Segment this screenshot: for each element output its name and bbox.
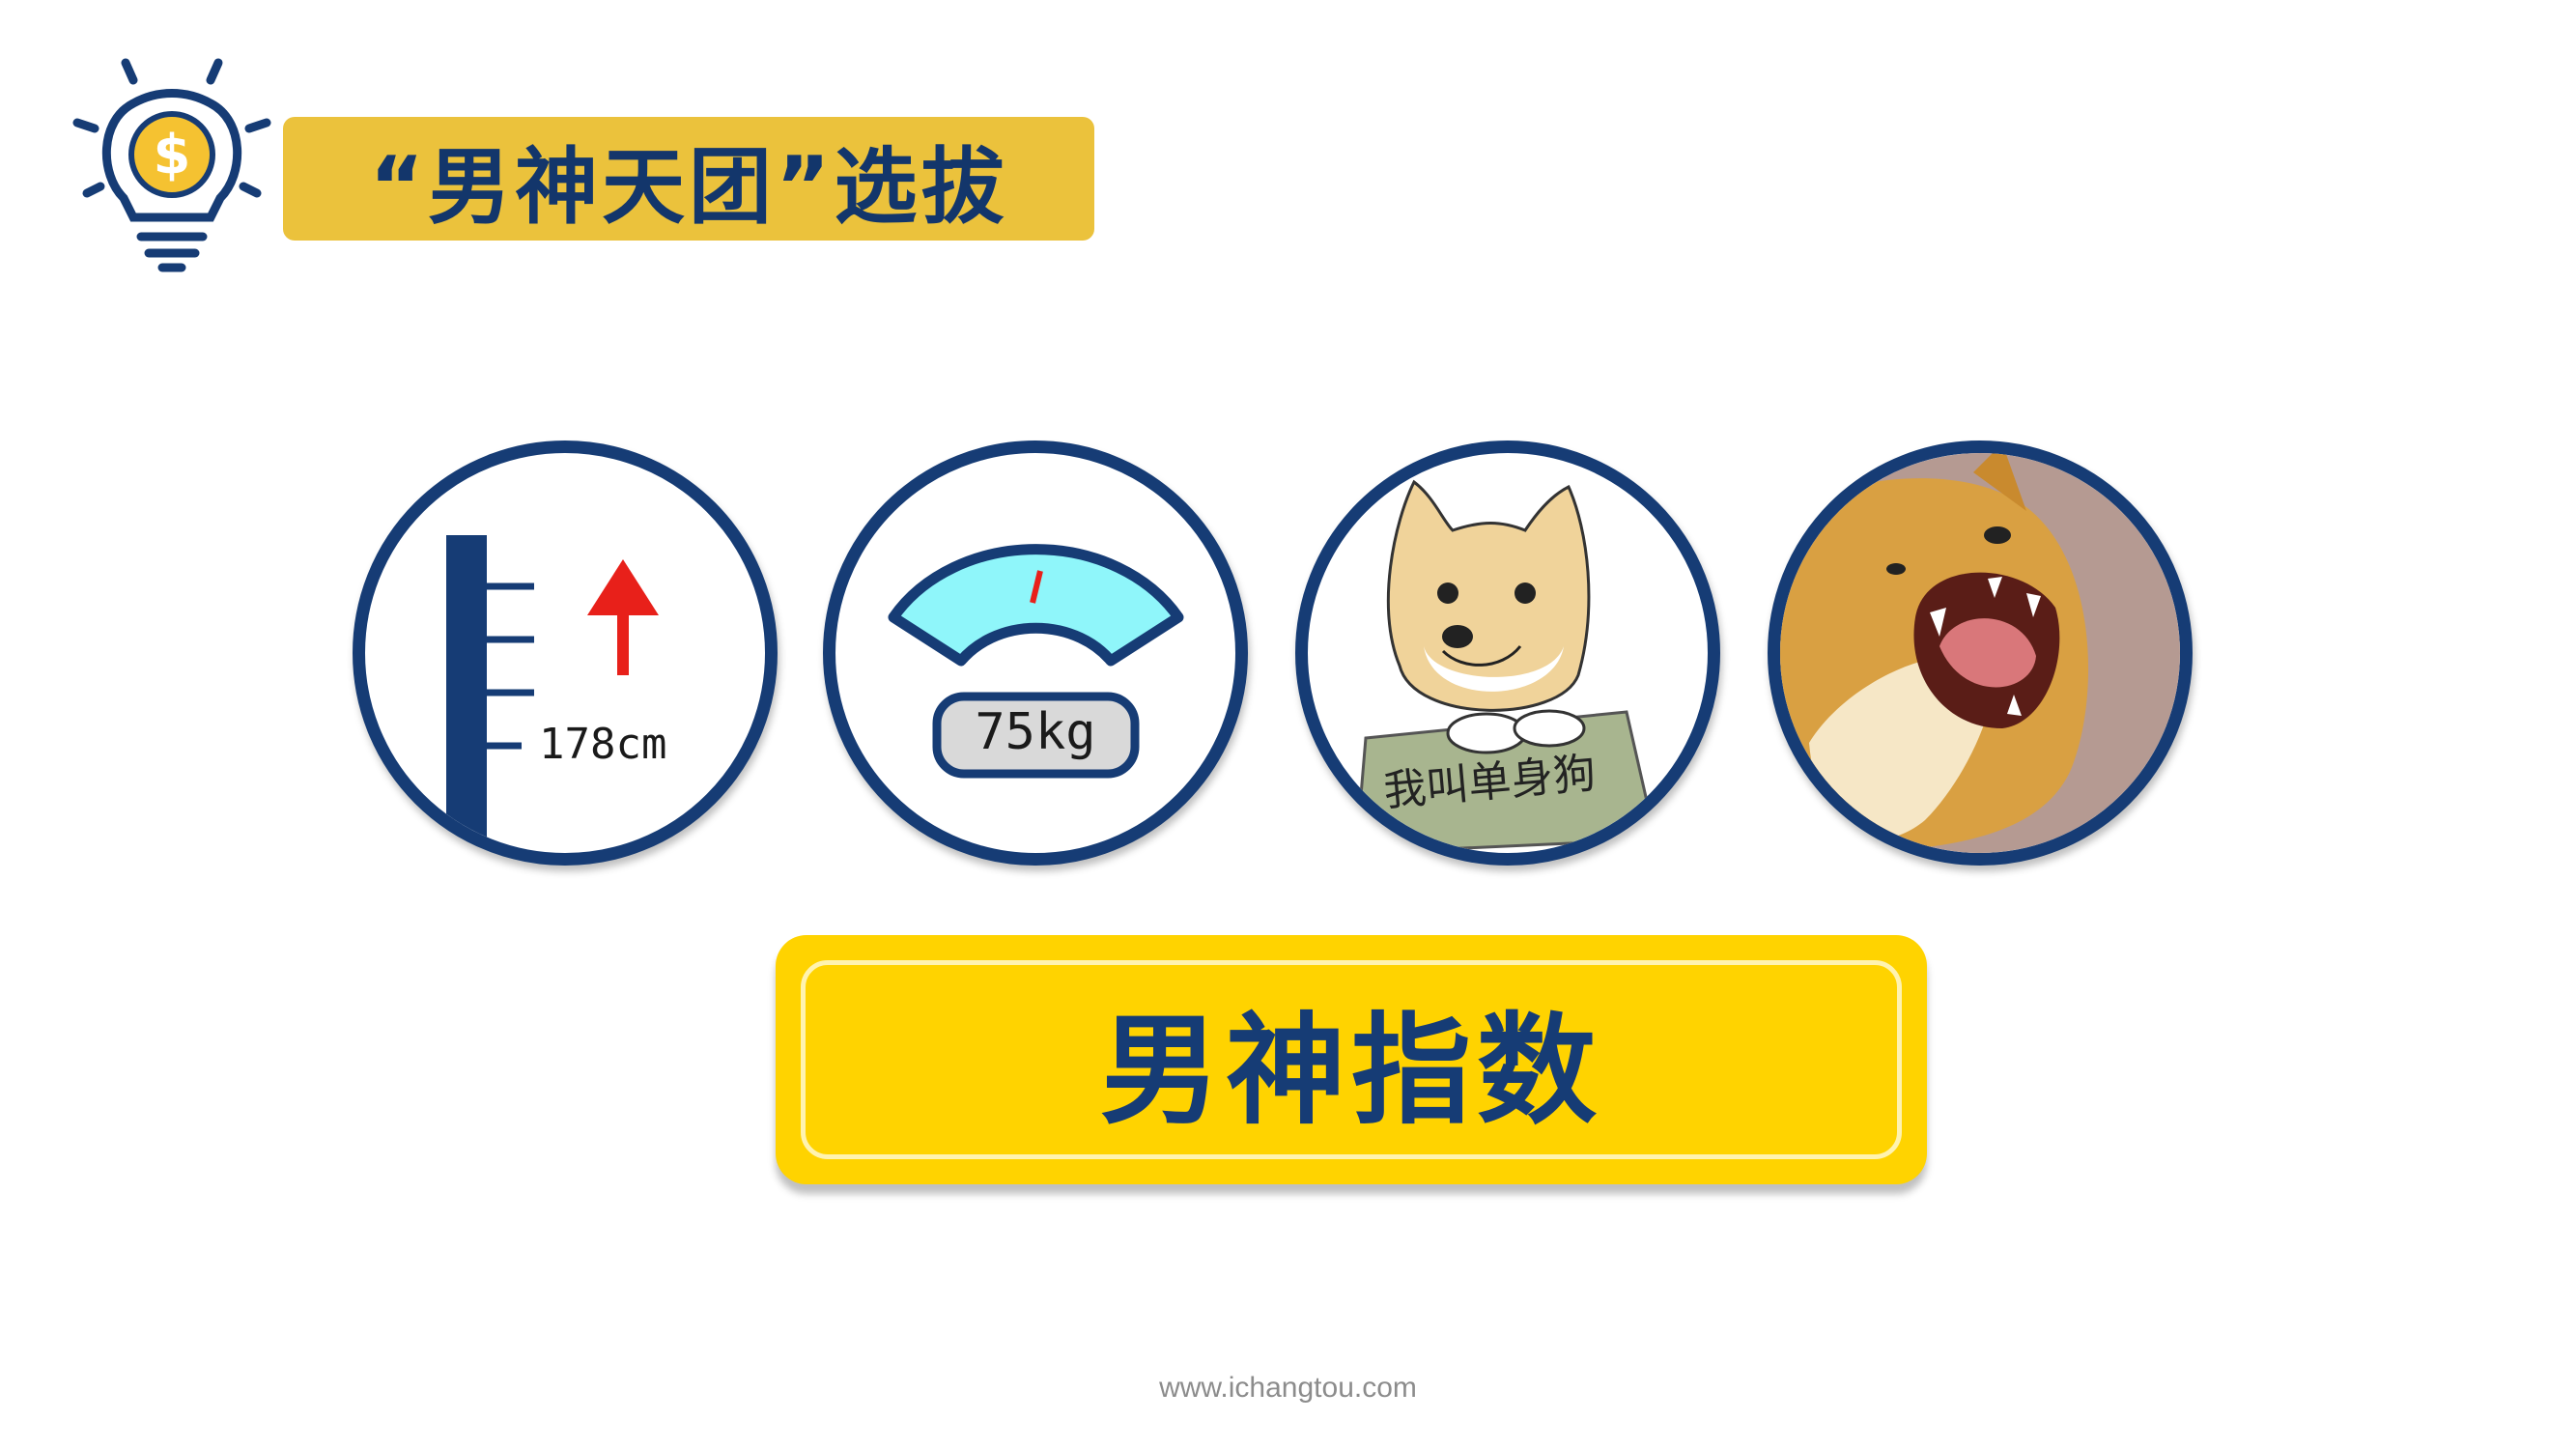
height-value: 178cm	[539, 720, 666, 769]
doge-sign-image: 我叫单身狗	[1354, 479, 1657, 853]
svg-text:$: $	[154, 124, 191, 186]
height-card: 178cm	[353, 440, 778, 866]
shiba-card	[1768, 440, 2193, 866]
lightbulb-dollar-icon: $	[66, 53, 278, 275]
height-ruler-icon: 178cm	[446, 535, 666, 853]
index-label: 男神指数	[1099, 1002, 1602, 1141]
barking-shiba-image	[1780, 453, 2180, 853]
weight-card: 75kg	[823, 440, 1248, 866]
footer-url: www.ichangtou.com	[1159, 1372, 1417, 1404]
weight-value: 75kg	[975, 703, 1095, 761]
index-banner-inner: 男神指数	[801, 960, 1902, 1159]
doge-card: 我叫单身狗	[1295, 440, 1720, 866]
weight-scale-icon: 75kg	[888, 544, 1184, 779]
page-title: “男神天团”选拔	[283, 117, 1094, 241]
index-banner: 男神指数	[776, 935, 1927, 1184]
